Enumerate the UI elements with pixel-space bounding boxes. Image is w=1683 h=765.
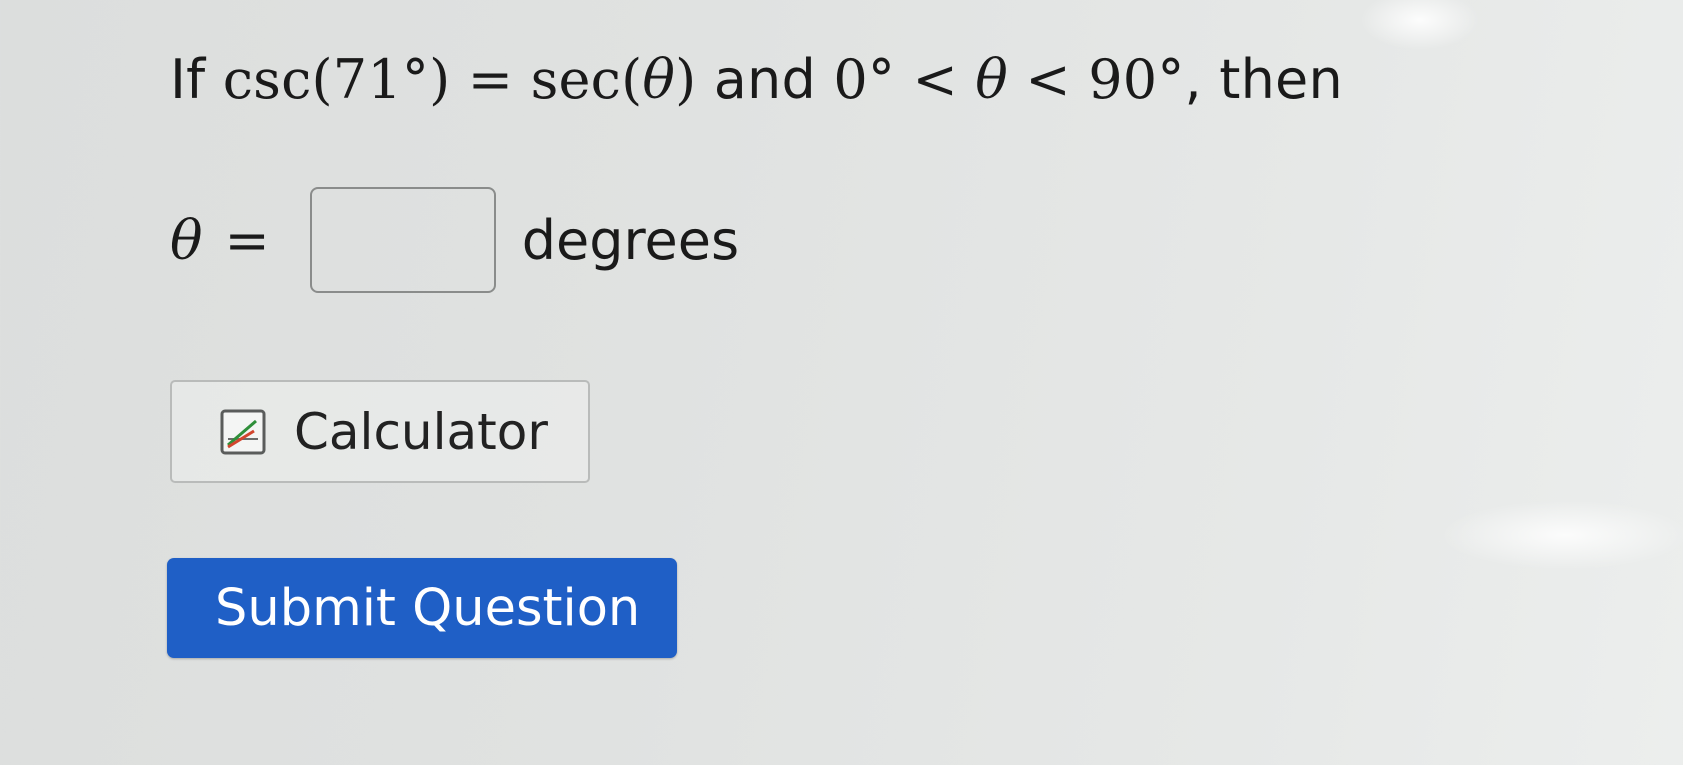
theta-symbol: θ bbox=[642, 48, 676, 111]
sec-expression-end: ) bbox=[675, 48, 697, 111]
calculator-label: Calculator bbox=[294, 402, 548, 461]
less-than-sign: < bbox=[912, 48, 958, 111]
calculator-button[interactable]: Calculator bbox=[170, 380, 590, 483]
theta-symbol-bound: θ bbox=[975, 48, 1008, 111]
answer-input[interactable] bbox=[309, 187, 496, 293]
lower-bound: 0° bbox=[833, 48, 896, 111]
screen-glare-right bbox=[1440, 500, 1683, 570]
calculator-graph-icon bbox=[220, 409, 266, 455]
answer-variable: θ bbox=[170, 208, 203, 272]
question-suffix: , then bbox=[1184, 48, 1343, 111]
upper-bound: 90° bbox=[1088, 48, 1185, 111]
question-text: If csc(71°) = sec(θ) and 0° < θ < 90°, t… bbox=[170, 45, 1343, 115]
less-than-sign-2: < bbox=[1025, 48, 1071, 111]
answer-row: θ = degrees bbox=[170, 185, 739, 295]
screen-glare-top bbox=[1360, 0, 1480, 50]
conjunction: and bbox=[713, 48, 816, 111]
answer-unit: degrees bbox=[521, 208, 740, 272]
sec-expression-start: sec( bbox=[530, 48, 643, 111]
csc-expression: csc(71°) bbox=[222, 48, 451, 111]
answer-equals-sign: = bbox=[224, 208, 270, 272]
submit-question-button[interactable]: Submit Question bbox=[167, 558, 677, 658]
question-prefix: If bbox=[170, 48, 206, 111]
submit-label: Submit Question bbox=[215, 578, 641, 638]
equals-sign: = bbox=[467, 48, 514, 111]
